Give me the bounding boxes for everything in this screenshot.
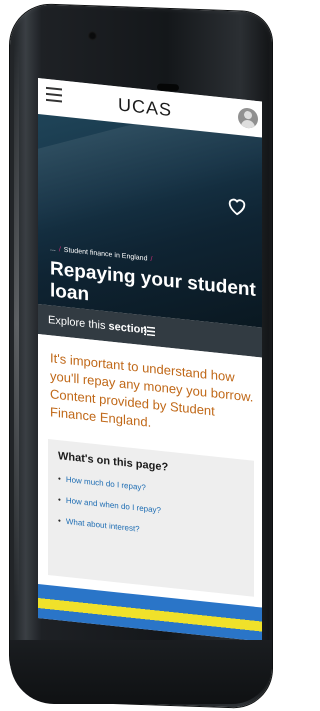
hero-banner: ... / Student finance in England / Repaying… (38, 82, 262, 328)
breadcrumb-ellipsis[interactable]: ... (50, 245, 56, 253)
bullet-icon: • (58, 474, 61, 484)
list-item[interactable]: • How and when do I repay? (58, 495, 161, 515)
on-this-page-heading: What's on this page? (58, 450, 169, 474)
phone-chin (10, 640, 272, 704)
list-item[interactable]: • How much do I repay? (58, 474, 161, 494)
breadcrumb-separator: / (150, 255, 153, 264)
on-this-page-box: What's on this page? • How much do I repa… (48, 439, 254, 597)
camera-icon (88, 31, 97, 41)
phone-screen: UCAS ... / Student finance in England / Rep… (38, 78, 262, 642)
bullet-icon: • (58, 495, 61, 505)
list-icon (144, 326, 155, 337)
list-item[interactable]: • What about interest? (58, 516, 161, 536)
main-content: It's important to understand how you'll … (38, 334, 262, 642)
link-interest[interactable]: What about interest? (66, 517, 140, 534)
on-this-page-links: • How much do I repay? • How and when do I… (58, 474, 161, 548)
explore-label: Explore this section (48, 314, 148, 337)
bullet-icon: • (58, 516, 61, 526)
intro-text: It's important to understand how you'll … (50, 350, 254, 430)
phone-edge-highlight (14, 43, 19, 604)
link-how-when[interactable]: How and when do I repay? (66, 496, 161, 515)
link-how-much[interactable]: How much do I repay? (66, 475, 146, 492)
hamburger-icon[interactable] (46, 86, 62, 103)
breadcrumb-separator: / (58, 246, 61, 254)
heart-icon[interactable] (226, 194, 248, 218)
